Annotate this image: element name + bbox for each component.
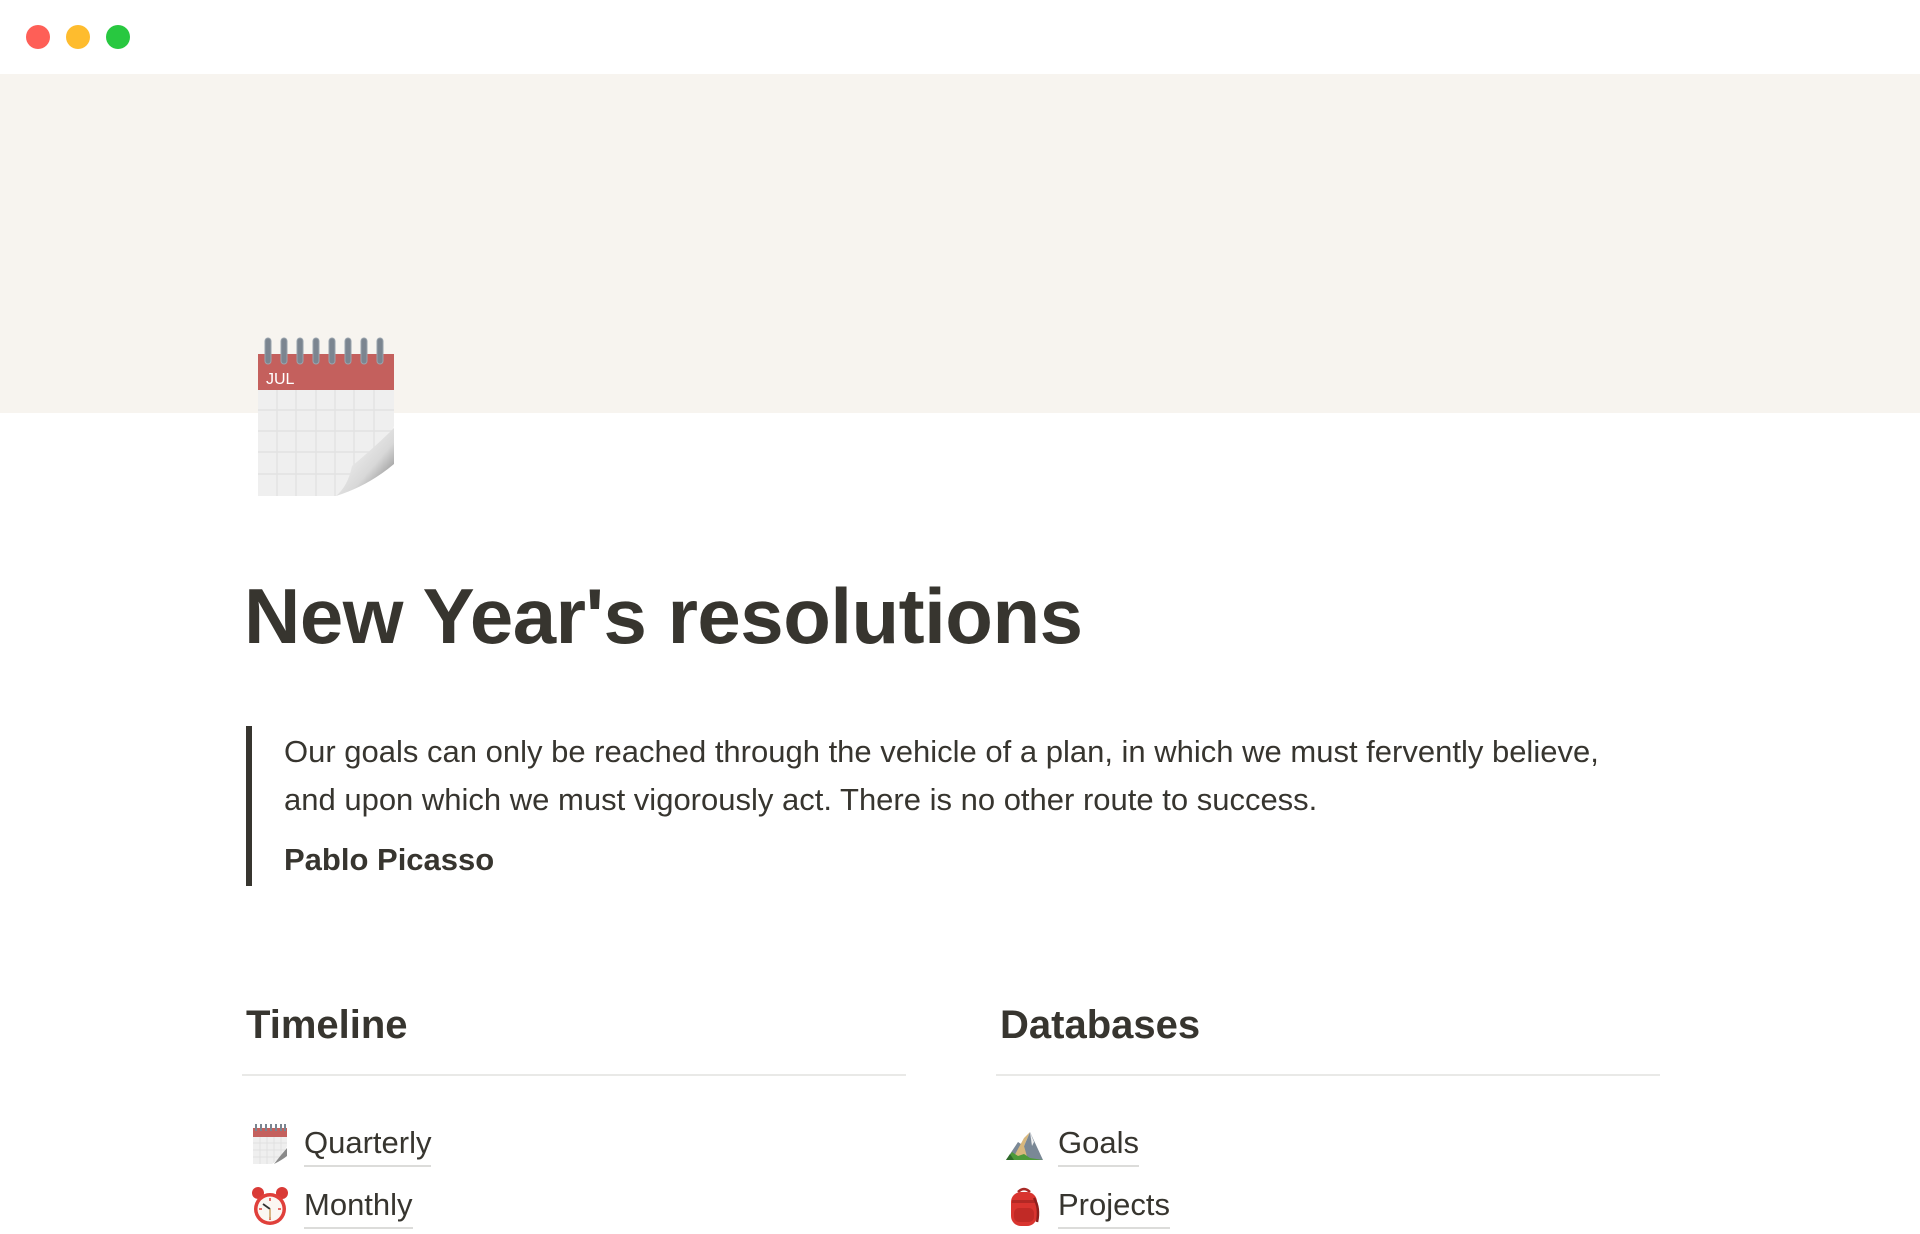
quote-text[interactable]: Our goals can only be reached through th… [284, 728, 1624, 824]
timeline-column: Timeline Quarterly Monthly [242, 990, 906, 1234]
calendar-icon [250, 1124, 290, 1164]
page-link-label[interactable]: Projects [1058, 1183, 1170, 1229]
page-link-goals[interactable]: Goals [996, 1116, 1660, 1172]
page-link-projects[interactable]: Projects [996, 1178, 1660, 1234]
page-link-quarterly[interactable]: Quarterly [242, 1116, 906, 1172]
page-link-label[interactable]: Quarterly [304, 1121, 432, 1167]
databases-column: Databases Goals Projects [996, 990, 1660, 1234]
window-titlebar [0, 0, 1920, 74]
page-title[interactable]: New Year's resolutions [244, 566, 1083, 666]
timeline-heading[interactable]: Timeline [242, 990, 906, 1060]
quote-author[interactable]: Pablo Picasso [284, 836, 494, 884]
page-link-label[interactable]: Monthly [304, 1183, 413, 1229]
quote-block: Our goals can only be reached through th… [246, 726, 1652, 886]
page-link-monthly[interactable]: Monthly [242, 1178, 906, 1234]
page-link-label[interactable]: Goals [1058, 1121, 1139, 1167]
databases-heading[interactable]: Databases [996, 990, 1660, 1060]
window-minimize-button[interactable] [66, 25, 90, 49]
window-maximize-button[interactable] [106, 25, 130, 49]
mountain-icon [1004, 1124, 1044, 1164]
calendar-month: JUL [266, 371, 295, 388]
calendar-icon[interactable]: JUL [256, 336, 396, 496]
backpack-icon [1004, 1186, 1044, 1226]
window-close-button[interactable] [26, 25, 50, 49]
alarm-clock-icon [250, 1186, 290, 1226]
